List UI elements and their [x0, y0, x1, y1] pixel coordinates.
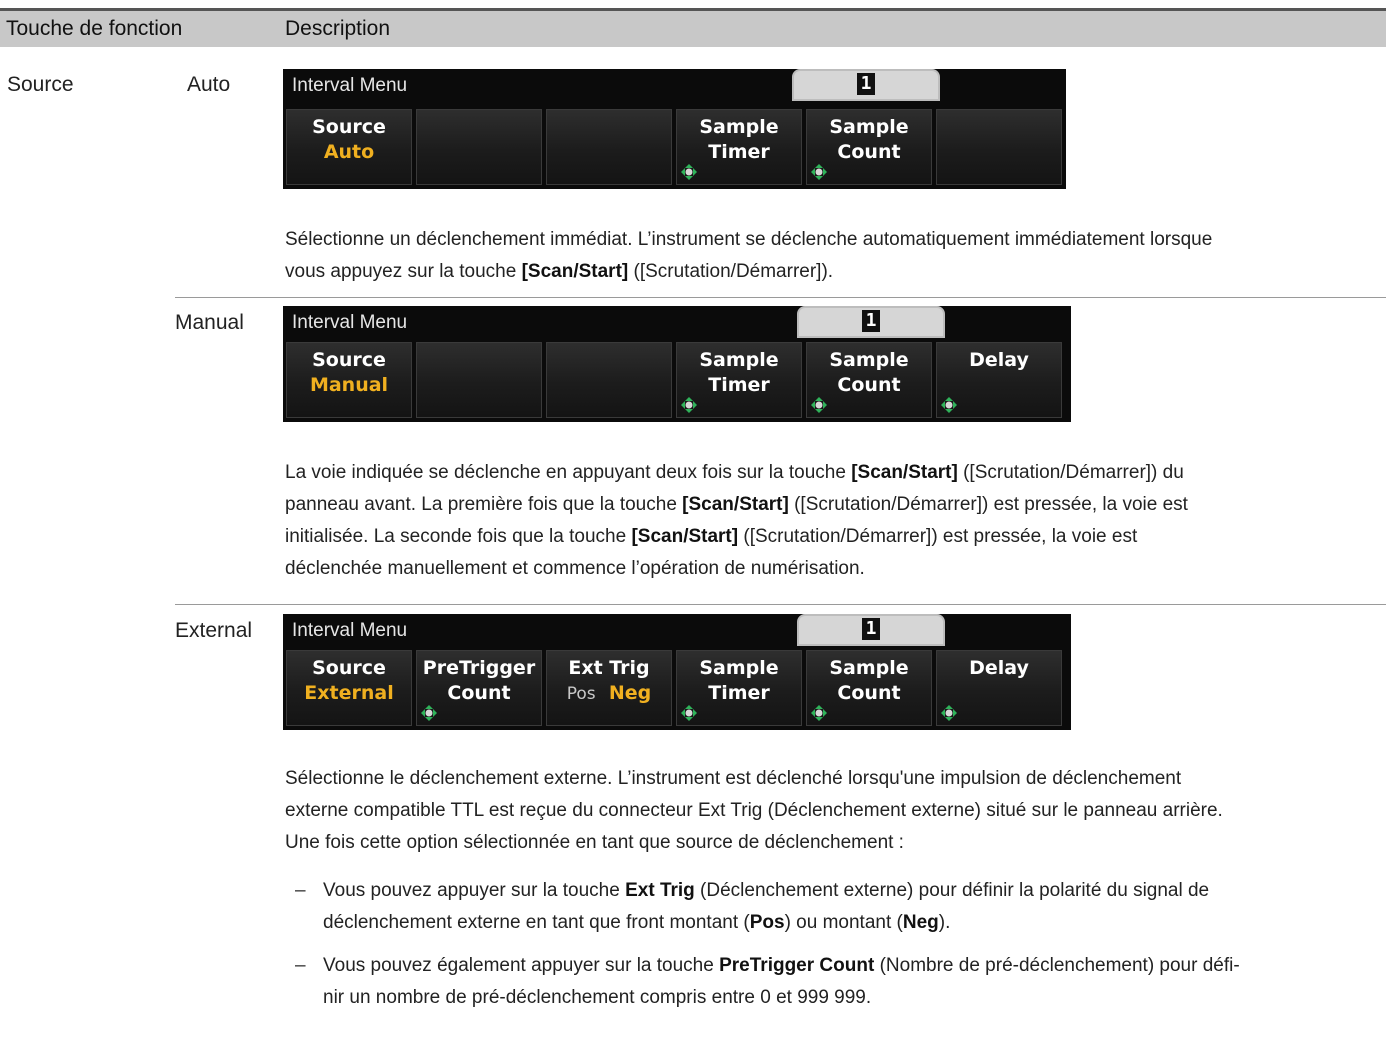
row-divider: [175, 604, 1386, 605]
softkey-label: Sample: [699, 657, 779, 679]
softkey-label: Delay: [969, 657, 1029, 679]
softkey-row: Source External PreTrigger Count Ext Tri…: [286, 650, 1066, 726]
external-description-line-1: Sélectionne le déclenchement externe. L’…: [285, 768, 1182, 789]
bullet-1-line-1: Vous pouvez appuyer sur la touche Ext Tr…: [323, 880, 1210, 901]
table-header: Touche de fonction Description: [0, 11, 1386, 47]
bullet-1-line-2: déclenchement externe en tant que front …: [323, 912, 951, 933]
bullet-2-line-2: nir un nombre de pré-déclenchement compr…: [323, 987, 872, 1008]
option-label-manual: Manual: [175, 311, 244, 334]
knob-icon: [811, 164, 827, 180]
softkey-row: Source Manual Sample Timer Sample Count …: [286, 342, 1066, 418]
manual-description-line-1: La voie indiquée se déclenche en appuyan…: [285, 462, 1184, 483]
column-header-function-key: Touche de fonction: [6, 17, 183, 40]
softkey-value: Auto: [323, 141, 375, 163]
tab-value: 1: [861, 310, 881, 332]
softkey-label: Delay: [969, 349, 1029, 371]
softkey-label: Source: [312, 116, 386, 138]
knob-icon: [421, 705, 437, 721]
softkey-label: Sample: [829, 657, 909, 679]
display-tab: 1: [797, 614, 945, 646]
manual-description-line-3: initialisée. La seconde fois que la touc…: [285, 526, 1138, 547]
softkey-label: PreTrigger: [422, 657, 536, 679]
softkey-label-2: Count: [837, 141, 901, 163]
polarity-neg: Neg: [608, 682, 652, 704]
panel-title: Interval Menu: [292, 312, 408, 333]
softkey-delay[interactable]: Delay: [936, 650, 1062, 726]
softkey-label: Sample: [699, 116, 779, 138]
panel-title: Interval Menu: [292, 620, 408, 641]
knob-icon: [681, 397, 697, 413]
softkey-source[interactable]: Source Manual: [286, 342, 412, 418]
softkey-row: Source Auto Sample Timer Sample Count: [286, 109, 1066, 185]
softkey-label: Sample: [829, 349, 909, 371]
softkey-source[interactable]: Source External: [286, 650, 412, 726]
option-label-auto: Auto: [187, 73, 231, 96]
softkey-label: Source: [312, 657, 386, 679]
softkey-blank-2[interactable]: [416, 109, 542, 185]
manual-description-line-4: déclenchée manuellement et commence l’op…: [285, 558, 865, 579]
tab-value: 1: [861, 618, 881, 640]
knob-icon: [941, 397, 957, 413]
knob-icon: [811, 397, 827, 413]
softkey-sample-timer[interactable]: Sample Timer: [676, 650, 802, 726]
softkey-source[interactable]: Source Auto: [286, 109, 412, 185]
softkey-sample-timer[interactable]: Sample Timer: [676, 109, 802, 185]
auto-description-line-1: Sélectionne un déclenchement immédiat. L…: [285, 229, 1213, 250]
auto-description-line-2: vous appuyez sur la touche [Scan/Start] …: [285, 261, 834, 282]
softkey-polarity: Pos Neg: [547, 682, 671, 704]
panel-title: Interval Menu: [292, 75, 408, 96]
bullet-dash: –: [295, 880, 306, 901]
bullet-2-line-1: Vous pouvez également appuyer sur la tou…: [323, 955, 1240, 976]
display-tab: 1: [792, 69, 940, 101]
external-description-line-3: Une fois cette option sélectionnée en ta…: [285, 832, 904, 853]
softkey-blank-3[interactable]: [546, 342, 672, 418]
row-label-source: Source: [7, 73, 74, 96]
softkey-value: External: [304, 682, 394, 704]
softkey-sample-count[interactable]: Sample Count: [806, 342, 932, 418]
manual-interval-menu-panel: Interval Menu 1 Source Manual Sample Tim…: [283, 306, 1071, 422]
tab-value: 1: [856, 73, 876, 95]
softkey-label-2: Timer: [708, 682, 770, 704]
manual-description-line-2: panneau avant. La première fois que la t…: [285, 494, 1188, 515]
option-label-external: External: [175, 619, 253, 642]
softkey-label-2: Count: [837, 374, 901, 396]
softkey-value: Manual: [309, 374, 389, 396]
softkey-blank-6[interactable]: [936, 109, 1062, 185]
auto-interval-menu-panel: Interval Menu 1 Source Auto Sample Timer…: [283, 69, 1066, 189]
softkey-delay[interactable]: Delay: [936, 342, 1062, 418]
knob-icon: [681, 164, 697, 180]
knob-icon: [681, 705, 697, 721]
softkey-label: Sample: [829, 116, 909, 138]
column-header-description: Description: [285, 17, 391, 40]
row-divider: [175, 297, 1386, 298]
display-tab: 1: [797, 306, 945, 338]
softkey-pretrigger-count[interactable]: PreTrigger Count: [416, 650, 542, 726]
bullet-dash: –: [295, 955, 306, 976]
softkey-sample-count[interactable]: Sample Count: [806, 650, 932, 726]
knob-icon: [941, 705, 957, 721]
softkey-ext-trig[interactable]: Ext Trig Pos Neg: [546, 650, 672, 726]
external-interval-menu-panel: Interval Menu 1 Source External PreTrigg…: [283, 614, 1071, 730]
softkey-sample-timer[interactable]: Sample Timer: [676, 342, 802, 418]
softkey-sample-count[interactable]: Sample Count: [806, 109, 932, 185]
knob-icon: [811, 705, 827, 721]
external-description-line-2: externe compatible TTL est reçue du conn…: [285, 800, 1223, 821]
softkey-label: Ext Trig: [568, 657, 650, 679]
softkey-blank-3[interactable]: [546, 109, 672, 185]
softkey-label-2: Timer: [708, 374, 770, 396]
softkey-label-2: Count: [837, 682, 901, 704]
softkey-label-2: Count: [447, 682, 511, 704]
softkey-blank-2[interactable]: [416, 342, 542, 418]
softkey-label: Source: [312, 349, 386, 371]
softkey-label-2: Timer: [708, 141, 770, 163]
softkey-label: Sample: [699, 349, 779, 371]
polarity-pos: Pos: [566, 684, 596, 704]
